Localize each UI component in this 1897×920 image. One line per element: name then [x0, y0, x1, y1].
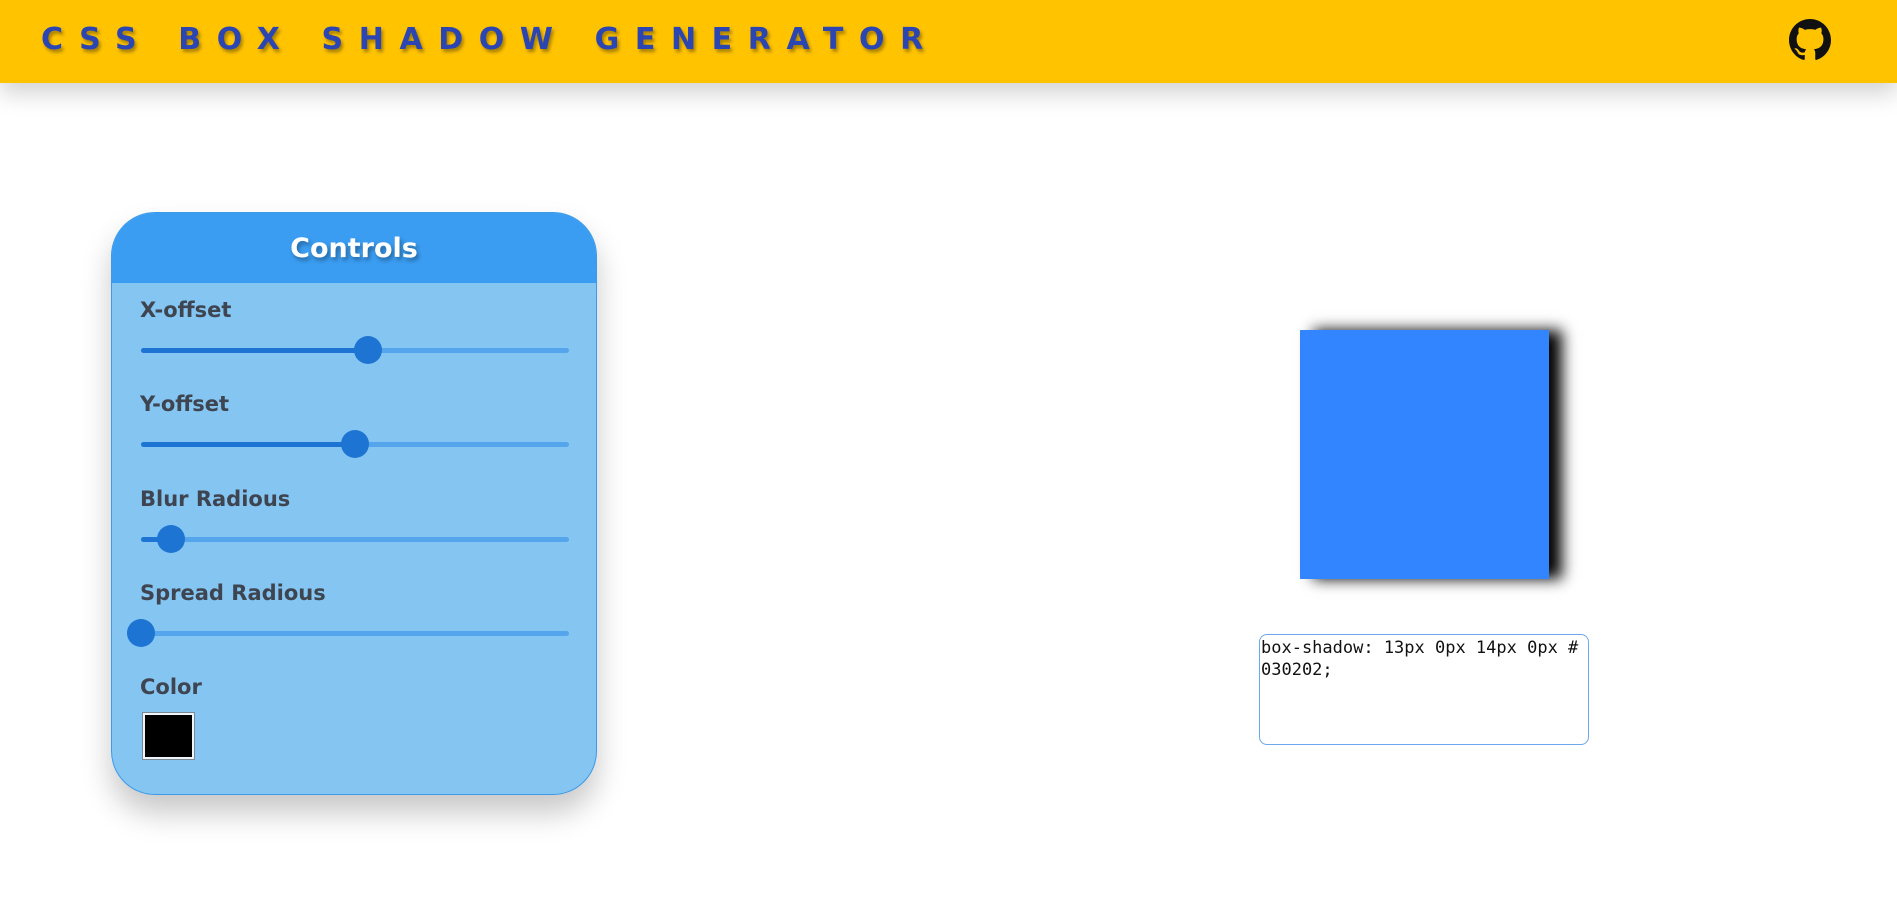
- y-offset-label: Y-offset: [140, 392, 230, 416]
- controls-panel: Controls X-offset Y-offset Blur Radious …: [111, 212, 597, 795]
- controls-title: Controls: [290, 232, 418, 264]
- github-icon[interactable]: [1789, 19, 1831, 61]
- css-output-textarea[interactable]: box-shadow: 13px 0px 14px 0px #030202;: [1259, 634, 1589, 745]
- blur-radius-label: Blur Radious: [140, 487, 291, 511]
- header-bar: CSS BOX SHADOW GENERATOR: [0, 0, 1897, 83]
- spread-radius-slider[interactable]: [127, 619, 569, 647]
- spread-radius-thumb[interactable]: [127, 619, 155, 647]
- spread-radius-label: Spread Radious: [140, 581, 326, 605]
- controls-header: Controls: [112, 213, 596, 283]
- x-offset-fill: [141, 348, 368, 353]
- blur-radius-thumb[interactable]: [156, 525, 185, 553]
- app-title: CSS BOX SHADOW GENERATOR: [41, 22, 939, 57]
- preview-box: [1300, 330, 1549, 579]
- x-offset-slider[interactable]: [141, 336, 569, 364]
- blur-radius-slider[interactable]: [141, 525, 569, 553]
- x-offset-thumb[interactable]: [353, 336, 382, 364]
- y-offset-slider[interactable]: [141, 430, 569, 458]
- color-label: Color: [140, 675, 202, 699]
- color-picker[interactable]: [142, 712, 195, 760]
- y-offset-thumb[interactable]: [341, 430, 369, 458]
- y-offset-fill: [141, 442, 355, 447]
- x-offset-label: X-offset: [140, 298, 232, 322]
